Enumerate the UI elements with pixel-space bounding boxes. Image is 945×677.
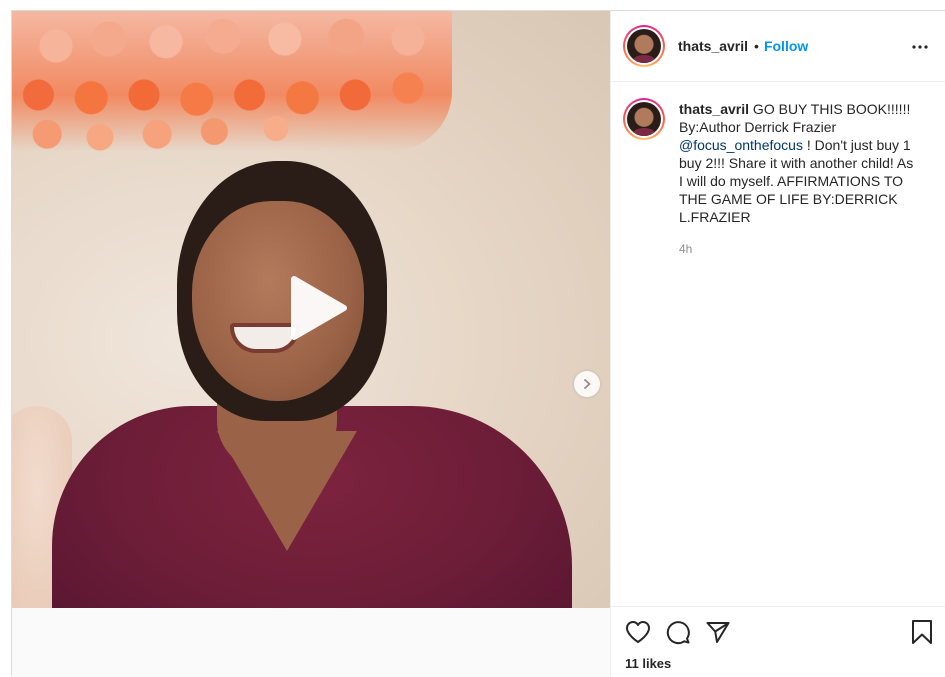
header-separator: • [754, 38, 759, 54]
send-icon[interactable] [705, 619, 731, 645]
caption-avatar-border [625, 100, 663, 138]
heart-icon[interactable] [625, 619, 651, 645]
caption-username[interactable]: thats_avril [679, 101, 749, 117]
likes-count[interactable]: 11 likes [625, 656, 935, 671]
caption-avatar-image [627, 102, 661, 136]
avatar-image [627, 29, 661, 63]
post-video[interactable] [12, 11, 610, 608]
play-icon[interactable] [282, 273, 352, 343]
action-bar [625, 617, 935, 647]
caption-body: thats_avril GO BUY THIS BOOK!!!!!! By:Au… [679, 100, 919, 256]
caption-mention[interactable]: @focus_onthefocus [679, 137, 803, 153]
post-dialog: thats_avril • Follow thats_avril GO BUY … [11, 10, 945, 677]
media-column [12, 11, 610, 677]
avatar[interactable] [623, 25, 665, 67]
chevron-right-icon[interactable] [574, 371, 600, 397]
avatar-border [625, 27, 663, 65]
caption-timestamp[interactable]: 4h [679, 242, 919, 256]
caption-text: thats_avril GO BUY THIS BOOK!!!!!! By:Au… [679, 100, 919, 226]
post-header: thats_avril • Follow [611, 11, 945, 82]
post-actions: 11 likes [611, 606, 945, 671]
follow-button[interactable]: Follow [764, 38, 808, 54]
more-horizontal-icon[interactable] [908, 35, 932, 59]
caption-avatar[interactable] [623, 98, 665, 140]
comment-icon[interactable] [665, 619, 691, 645]
post-sidebar: thats_avril • Follow thats_avril GO BUY … [610, 11, 945, 677]
flower-wall [12, 11, 452, 151]
caption-section: thats_avril GO BUY THIS BOOK!!!!!! By:Au… [611, 82, 945, 256]
bookmark-icon[interactable] [909, 619, 935, 645]
header-username[interactable]: thats_avril [678, 38, 748, 54]
